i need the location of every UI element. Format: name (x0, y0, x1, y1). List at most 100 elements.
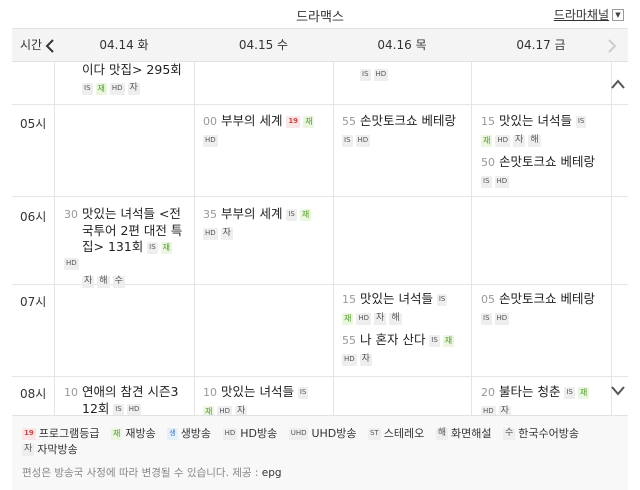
program-item[interactable]: 이다 맛집> 295회 IS 재 HD 자 (82, 62, 190, 96)
program-title[interactable]: 맛있는 녀석들 <전 (82, 206, 181, 221)
program-title[interactable]: 맛있는 녀석들 (360, 291, 433, 306)
program-minute: 55 (342, 115, 356, 128)
program-item[interactable]: 30 맛있는 녀석들 <전 국투어 2편 대전 특 집> 131회 IS 재 HD 자… (64, 206, 192, 289)
grid-line (12, 104, 628, 105)
program-title[interactable]: 손맛토크쇼 베테랑 (499, 154, 595, 169)
program-title[interactable]: 손맛토크쇼 베테랑 (360, 113, 456, 128)
badge-group: IS 재 (286, 207, 314, 221)
program-minute: 10 (203, 386, 217, 399)
badge-group: HD (203, 132, 331, 148)
program-title-line[interactable]: 국투어 2편 대전 특 (82, 223, 182, 238)
sign-language-badge: 수 (112, 275, 125, 288)
program-title[interactable]: 연애의 참견 시즌3 (82, 384, 178, 399)
legend-item: ST 스테레오 (368, 426, 424, 442)
subtitle-badge: 자 (374, 312, 387, 325)
program-item[interactable]: IS HD (360, 64, 460, 82)
top-bar: 드라맥스 드라마채널 ▼ (0, 0, 640, 28)
program-title[interactable]: 맛있는 녀석들 (221, 384, 294, 399)
grid-line (611, 62, 612, 415)
program-item[interactable]: 05 손맛토크쇼 베테랑 IS HD (481, 291, 609, 326)
is-badge: IS (575, 115, 587, 128)
is-badge: IS (342, 134, 353, 147)
badge-group: IS (297, 385, 312, 399)
audio-description-badge: 해 (528, 134, 541, 147)
schedule-notice: 편성은 방송국 사정에 따라 변경될 수 있습니다. 제공 : epg (22, 465, 282, 480)
subtitle-badge: 자 (359, 353, 372, 366)
rerun-badge: 재 (577, 386, 590, 399)
program-item[interactable]: 15 맛있는 녀석들 IS 재 HD 자 해 (481, 113, 609, 148)
live-badge: 생 (167, 428, 178, 440)
program-title[interactable]: 이다 맛집> 295회 (82, 62, 182, 77)
program-title-line[interactable]: 12회 (82, 401, 109, 415)
is-badge: IS (436, 293, 448, 306)
program-title[interactable]: 손맛토크쇼 베테랑 (499, 291, 595, 306)
program-item[interactable]: 55 나 혼자 산다 IS 재 HD 자 (342, 332, 470, 367)
hd-badge: HD (481, 405, 496, 415)
hd-badge: HD (373, 68, 389, 81)
subtitle-badge: 자 (498, 405, 511, 415)
is-badge: IS (147, 241, 158, 254)
program-item[interactable]: 15 맛있는 녀석들 IS 재 HD 자 해 (342, 291, 470, 326)
program-title[interactable]: 부부의 세계 (221, 206, 282, 221)
badge-group: 19 재 (286, 114, 317, 128)
chevron-down-icon[interactable] (610, 384, 626, 398)
is-badge: IS (82, 82, 93, 95)
legend-item: UHD UHD방송 (288, 426, 357, 442)
channel-title: 드라맥스 (296, 10, 344, 25)
program-title[interactable]: 부부의 세계 (221, 113, 282, 128)
program-item[interactable]: 35 부부의 세계 IS 재 HD 자 (203, 206, 331, 241)
legend-label: 스테레오 (383, 427, 425, 440)
program-item[interactable]: 10 맛있는 녀석들 IS 재 HD 자 (203, 384, 331, 415)
rerun-badge: 재 (95, 82, 107, 95)
rerun-badge: 재 (342, 312, 354, 325)
program-title-line[interactable]: 집> 131회 (82, 239, 143, 254)
badge-group: 재 HD 자 해 (481, 132, 609, 148)
chevron-right-icon[interactable] (606, 39, 618, 53)
legend-label: 화면해설 (451, 427, 492, 440)
program-title[interactable]: 나 혼자 산다 (360, 332, 425, 347)
hour-label: 06시 (20, 210, 47, 224)
badge-group: IS HD (342, 132, 470, 148)
program-minute: 15 (342, 293, 356, 306)
badge-group: HD 자 (481, 403, 609, 415)
is-badge: IS (113, 403, 124, 415)
program-item[interactable]: 00 부부의 세계 19 재 HD (203, 113, 331, 148)
hd-badge: HD (126, 403, 142, 415)
channel-select-label[interactable]: 드라마채널 (554, 6, 609, 23)
program-title[interactable]: 맛있는 녀석들 (499, 113, 572, 128)
program-item[interactable]: 10 연애의 참견 시즌3 12회 IS HD (64, 384, 192, 415)
hd-badge: HD (217, 405, 233, 415)
day-header: 04.15 수 (238, 38, 289, 52)
hd-badge: HD (203, 227, 218, 240)
rerun-badge: 재 (481, 134, 493, 147)
grid-line (54, 62, 55, 415)
program-item[interactable]: 50 손맛토크쇼 베테랑 IS HD (481, 154, 609, 189)
is-badge: IS (297, 386, 309, 399)
audio-description-badge: 해 (97, 275, 110, 288)
is-badge: IS (481, 175, 492, 188)
audio-description-badge: 해 (389, 312, 402, 325)
provider-name: epg (261, 467, 282, 479)
grid-line (12, 196, 628, 197)
program-title[interactable]: 불타는 청춘 (499, 384, 560, 399)
program-item[interactable]: 55 손맛토크쇼 베테랑 IS HD (342, 113, 470, 148)
subtitle-badge: 자 (220, 227, 233, 240)
program-item[interactable]: 20 불타는 청춘 IS 재 HD 자 (481, 384, 609, 415)
is-badge: IS (481, 312, 492, 325)
badge-group: IS HD (481, 310, 609, 326)
day-header: 04.17 금 (516, 38, 566, 52)
stereo-badge: ST (368, 428, 381, 440)
legend-item: 해 화면해설 (435, 426, 492, 442)
chevron-up-icon[interactable] (610, 77, 626, 91)
subtitle-badge: 자 (513, 134, 526, 147)
channel-select[interactable]: 드라마채널 ▼ (554, 6, 624, 23)
badge-group: IS 재 (429, 333, 457, 347)
chevron-down-icon[interactable]: ▼ (612, 8, 624, 21)
hd-badge: HD (355, 134, 371, 147)
is-badge: IS (429, 334, 440, 347)
age-rating-badge: 19 (22, 428, 36, 440)
program-minute: 30 (64, 208, 78, 221)
legend-item: 19 프로그램등급 (22, 426, 99, 442)
rerun-badge: 재 (203, 405, 215, 415)
day-header: 04.14 화 (99, 38, 149, 52)
